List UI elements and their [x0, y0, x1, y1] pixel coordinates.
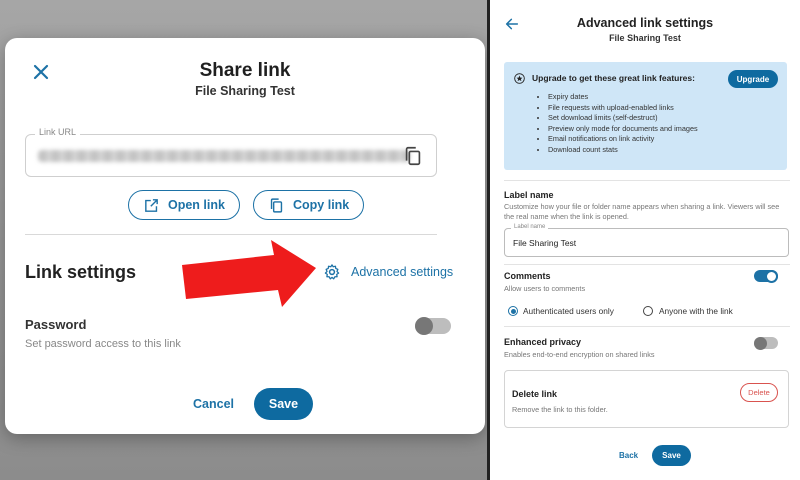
enhanced-privacy-description: Enables end-to-end encryption on shared …: [504, 350, 655, 359]
cancel-button[interactable]: Cancel: [193, 397, 234, 411]
password-toggle[interactable]: [415, 317, 451, 335]
divider: [504, 264, 790, 265]
upgrade-feature-list: Expiry dates File requests with upload-e…: [540, 92, 698, 156]
list-item: Preview only mode for documents and imag…: [548, 124, 698, 135]
label-name-value: File Sharing Test: [513, 238, 577, 248]
comments-toggle[interactable]: [754, 269, 778, 283]
dialog-subtitle: File Sharing Test: [195, 84, 295, 98]
comments-description: Allow users to comments: [504, 284, 586, 293]
upgrade-button[interactable]: Upgrade: [728, 70, 778, 88]
back-button[interactable]: Back: [619, 451, 638, 460]
list-item: Set download limits (self-destruct): [548, 113, 698, 124]
password-description: Set password access to this link: [25, 338, 181, 350]
annotation-arrow: [182, 240, 316, 307]
advanced-settings-link[interactable]: Advanced settings: [351, 265, 453, 279]
list-item: Download count stats: [548, 145, 698, 156]
open-link-button[interactable]: Open link: [128, 190, 240, 220]
divider: [25, 234, 437, 235]
gear-icon[interactable]: [323, 263, 341, 281]
delete-link-title: Delete link: [512, 389, 558, 399]
enhanced-privacy-toggle[interactable]: [754, 336, 778, 350]
delete-link-description: Remove the link to this folder.: [512, 405, 608, 414]
divider: [504, 326, 790, 327]
password-title: Password: [25, 317, 87, 332]
save-button[interactable]: Save: [254, 388, 313, 420]
save-button[interactable]: Save: [652, 445, 691, 466]
label-name-description: Customize how your file or folder name a…: [504, 202, 780, 221]
label-name-field-legend: Label name: [511, 224, 549, 230]
upgrade-heading: Upgrade to get these great link features…: [532, 73, 695, 83]
radio-authenticated-users[interactable]: [508, 306, 518, 316]
dialog-title: Share link: [199, 60, 291, 81]
delete-link-section: Delete link Remove the link to this fold…: [504, 370, 789, 428]
blurred-url: [38, 150, 410, 162]
label-name-title: Label name: [504, 190, 554, 200]
upgrade-banner: Upgrade to get these great link features…: [504, 62, 787, 170]
divider: [504, 180, 790, 181]
copy-link-button[interactable]: Copy link: [253, 190, 365, 220]
list-item: Email notifications on link activity: [548, 134, 698, 145]
radio-authenticated-users-label: Authenticated users only: [523, 306, 614, 316]
open-external-icon: [145, 198, 158, 212]
link-settings-heading: Link settings: [25, 262, 137, 282]
open-link-label: Open link: [168, 198, 225, 212]
copy-icon[interactable]: [402, 145, 424, 167]
list-item: Expiry dates: [548, 92, 698, 103]
link-icon: [270, 197, 283, 213]
comments-title: Comments: [504, 271, 551, 281]
radio-anyone-with-link[interactable]: [643, 306, 653, 316]
advanced-link-settings-panel: Advanced link settings File Sharing Test…: [490, 0, 800, 480]
list-item: File requests with upload-enabled links: [548, 103, 698, 114]
link-url-label: Link URL: [35, 127, 81, 137]
share-link-dialog: Share link File Sharing Test Link URL Op…: [5, 38, 485, 434]
enhanced-privacy-title: Enhanced privacy: [504, 337, 582, 347]
link-url-field[interactable]: Link URL: [25, 127, 437, 177]
delete-link-button[interactable]: Delete: [740, 383, 778, 402]
panel-title: Advanced link settings: [576, 16, 714, 30]
panel-subtitle: File Sharing Test: [609, 33, 681, 43]
star-badge-icon: [514, 73, 525, 84]
copy-link-label: Copy link: [293, 198, 350, 212]
label-name-input[interactable]: Label name File Sharing Test: [504, 224, 789, 257]
radio-anyone-with-link-label: Anyone with the link: [659, 306, 733, 316]
